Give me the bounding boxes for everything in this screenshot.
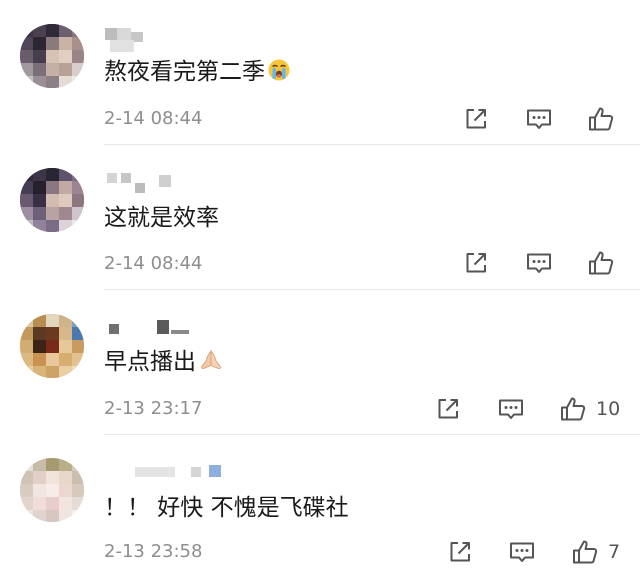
share-icon — [466, 253, 486, 273]
avatar[interactable] — [20, 458, 84, 522]
comment-icon — [510, 542, 534, 562]
comment-item: 这就是效率 2-14 08:44 — [0, 145, 640, 290]
share-icon — [450, 542, 470, 562]
comment-item: ！！ 好快 不愧是飞碟社 2-13 23:58 7 — [0, 435, 640, 581]
comment-time: 2-13 23:58 — [104, 541, 203, 562]
comment-icon — [527, 253, 551, 273]
comment-text-content: 熬夜看完第二季 — [104, 59, 265, 85]
username-blurred[interactable] — [105, 28, 225, 52]
username-blurred[interactable] — [105, 173, 225, 197]
comment-text: 熬夜看完第二季 — [104, 58, 291, 89]
comment-text: ！！ 好快 不愧是飞碟社 — [104, 494, 349, 522]
share-button[interactable] — [446, 538, 474, 566]
like-button[interactable] — [587, 249, 615, 277]
share-button[interactable] — [462, 105, 490, 133]
comment-text-content: ！！ 好快 不愧是飞碟社 — [104, 495, 349, 521]
share-icon — [438, 399, 458, 419]
avatar[interactable] — [20, 168, 84, 232]
thumbs-up-icon — [589, 251, 614, 275]
comment-item: 早点播出 2-13 23:17 10 — [0, 290, 640, 435]
comment-icon — [527, 109, 551, 129]
reply-button[interactable] — [525, 105, 553, 133]
comment-time: 2-14 08:44 — [104, 253, 203, 274]
like-button[interactable] — [587, 105, 615, 133]
thumbs-up-icon — [573, 540, 598, 564]
username-blurred[interactable] — [105, 320, 225, 344]
comment-time: 2-13 23:17 — [104, 398, 203, 419]
share-button[interactable] — [434, 395, 462, 423]
comment-text: 这就是效率 — [104, 204, 219, 232]
comment-text-content: 这就是效率 — [104, 205, 219, 231]
share-icon — [466, 109, 486, 129]
reply-button[interactable] — [497, 395, 525, 423]
reply-button[interactable] — [508, 538, 536, 566]
share-button[interactable] — [462, 249, 490, 277]
reply-button[interactable] — [525, 249, 553, 277]
comment-icon — [499, 399, 523, 419]
like-count: 10 — [596, 398, 621, 420]
like-count: 7 — [608, 541, 621, 563]
avatar[interactable] — [20, 314, 84, 378]
avatar[interactable] — [20, 24, 84, 88]
comment-item: 熬夜看完第二季 2-14 08:44 — [0, 0, 640, 145]
thumbs-up-icon — [561, 397, 586, 421]
like-button[interactable] — [571, 538, 599, 566]
like-button[interactable] — [559, 395, 587, 423]
comment-text-content: 早点播出 — [104, 349, 196, 375]
folded-hands-icon — [198, 348, 224, 379]
comment-time: 2-14 08:44 — [104, 108, 203, 129]
thumbs-up-icon — [589, 107, 614, 131]
comment-text: 早点播出 — [104, 348, 224, 379]
username-blurred[interactable] — [105, 465, 225, 489]
loudly-crying-face-icon — [267, 58, 291, 89]
